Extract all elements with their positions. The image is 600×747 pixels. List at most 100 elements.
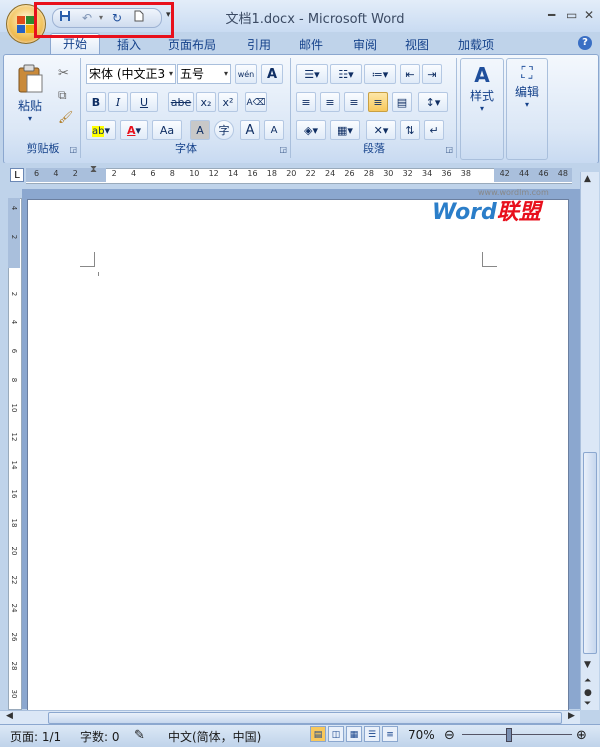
help-icon[interactable]: ? (578, 36, 592, 50)
paragraph-launcher-icon[interactable]: ◲ (445, 145, 453, 154)
tab-references[interactable]: 引用 (247, 36, 271, 53)
cut-icon[interactable]: ✂ (58, 66, 69, 81)
align-right-button[interactable]: ≡ (344, 92, 364, 112)
editing-button[interactable]: ⛶ 编辑 ▾ (509, 63, 545, 109)
tab-selector[interactable]: L (10, 168, 24, 182)
previous-page-icon[interactable]: ⏶ (584, 676, 591, 686)
indent-marker[interactable]: ⧗ (90, 164, 97, 175)
outline-view-button[interactable]: ☰ (364, 726, 380, 742)
align-center-button[interactable]: ≡ (320, 92, 340, 112)
show-marks-button[interactable]: ↵ (424, 120, 444, 140)
strikethrough-button[interactable]: abe (168, 92, 194, 112)
justify-button[interactable]: ≡ (368, 92, 388, 112)
scroll-up-icon[interactable]: ▲ (584, 174, 591, 184)
highlight-box (34, 2, 174, 38)
chevron-down-icon[interactable]: ▾ (169, 65, 173, 83)
tab-addins[interactable]: 加载项 (458, 36, 494, 53)
tab-insert[interactable]: 插入 (117, 36, 141, 53)
zoom-level[interactable]: 70% (408, 728, 435, 742)
text-cursor (98, 272, 99, 276)
scroll-right-icon[interactable]: ▶ (568, 711, 575, 721)
text-highlight-button[interactable]: ab▾ (86, 120, 116, 140)
full-screen-reading-button[interactable]: ◫ (328, 726, 344, 742)
scroll-down-icon[interactable]: ▼ (584, 660, 591, 670)
page-count[interactable]: 页面: 1/1 (10, 728, 61, 745)
font-color-button[interactable]: A▾ (120, 120, 148, 140)
chevron-down-icon[interactable]: ▾ (224, 65, 228, 83)
tab-view[interactable]: 视图 (405, 36, 429, 53)
align-left-button[interactable]: ≡ (296, 92, 316, 112)
paste-dropdown-icon[interactable]: ▾ (10, 114, 50, 123)
minimize-icon[interactable]: ━ (548, 8, 555, 22)
font-group: 宋体 (中文正3 ▾ 五号 ▾ wén A B I U abe x₂ x² A⌫… (82, 58, 291, 158)
next-page-icon[interactable]: ⏷ (584, 699, 591, 709)
vruler-tick-label: 30 (10, 689, 18, 699)
close-icon[interactable]: ✕ (584, 8, 594, 22)
vruler-tick-label: 2 (10, 291, 18, 297)
grow-font-button[interactable]: A (240, 120, 260, 140)
borders-button[interactable]: ▦▾ (330, 120, 360, 140)
browse-object-icon[interactable]: ● (584, 688, 592, 698)
subscript-button[interactable]: x₂ (196, 92, 216, 112)
tab-mailings[interactable]: 邮件 (299, 36, 323, 53)
tab-review[interactable]: 审阅 (353, 36, 377, 53)
superscript-button[interactable]: x² (218, 92, 238, 112)
tab-page-layout[interactable]: 页面布局 (168, 36, 216, 53)
bold-button[interactable]: B (86, 92, 106, 112)
print-layout-view-button[interactable]: ▤ (310, 726, 326, 742)
zoom-slider-track[interactable] (462, 734, 572, 735)
zoom-out-icon[interactable]: ⊖ (444, 728, 455, 743)
line-spacing-button[interactable]: ↕▾ (418, 92, 448, 112)
phonetic-guide-button[interactable]: wén (235, 64, 257, 84)
ruler-tick-label: 2 (72, 169, 78, 178)
word-count[interactable]: 字数: 0 (80, 728, 120, 745)
horizontal-scroll-thumb[interactable] (48, 712, 562, 724)
draft-view-button[interactable]: ≡ (382, 726, 398, 742)
proofing-icon[interactable]: ✎ (134, 728, 145, 743)
clipboard-launcher-icon[interactable]: ◲ (69, 145, 77, 154)
vertical-scroll-thumb[interactable] (583, 452, 597, 654)
scroll-left-icon[interactable]: ◀ (6, 711, 13, 721)
shrink-font-button[interactable]: A (264, 120, 284, 140)
web-layout-button[interactable]: ▦ (346, 726, 362, 742)
font-size-combo[interactable]: 五号 ▾ (177, 64, 231, 84)
zoom-in-icon[interactable]: ⊕ (576, 728, 587, 743)
editing-group[interactable]: ⛶ 编辑 ▾ (506, 58, 548, 160)
font-launcher-icon[interactable]: ◲ (279, 145, 287, 154)
multilevel-list-button[interactable]: ≔▾ (364, 64, 396, 84)
decrease-indent-button[interactable]: ⇤ (400, 64, 420, 84)
paste-button[interactable]: 粘贴 ▾ (10, 64, 50, 123)
ruler-ticks: 6 4 2 2 4 6 8 10 12 14 16 18 20 22 24 26 28 30 32 34 36 38 42 4… (26, 168, 572, 182)
increase-indent-button[interactable]: ⇥ (422, 64, 442, 84)
vruler-tick-label: 2 (10, 234, 18, 239)
format-painter-icon[interactable]: 🖌 (58, 110, 73, 124)
distributed-button[interactable]: ▤ (392, 92, 412, 112)
italic-button[interactable]: I (108, 92, 128, 112)
styles-group[interactable]: A 样式 ▾ (460, 58, 504, 160)
ruler-tick-label: 28 (363, 169, 374, 178)
shading-button[interactable]: ◈▾ (296, 120, 326, 140)
maximize-icon[interactable]: ▭ (566, 8, 577, 22)
styles-button[interactable]: A 样式 ▾ (463, 63, 501, 113)
character-shading-button[interactable]: A (190, 120, 210, 140)
highlight-label: ab (91, 126, 105, 137)
ruler-tick-label: 18 (266, 169, 277, 178)
document-page[interactable] (27, 199, 569, 713)
ruler-tick-label: 38 (460, 169, 471, 178)
copy-icon[interactable]: ⧉ (58, 88, 67, 103)
change-case-button[interactable]: Aa (152, 120, 182, 140)
ruler-tick-label: 32 (402, 169, 413, 178)
clear-formatting-button[interactable]: A⌫ (245, 92, 267, 112)
bullets-button[interactable]: ☰▾ (296, 64, 328, 84)
numbering-button[interactable]: ☷▾ (330, 64, 362, 84)
chinese-layout-button[interactable]: ✕▾ (366, 120, 396, 140)
zoom-slider-thumb[interactable] (506, 728, 512, 742)
ruler-tick-label: 46 (538, 169, 549, 178)
font-name-combo[interactable]: 宋体 (中文正3 ▾ (86, 64, 176, 84)
underline-button[interactable]: U (130, 92, 158, 112)
sort-button[interactable]: ⇅ (400, 120, 420, 140)
font-color-label: A (126, 124, 136, 137)
character-border-button[interactable]: A (261, 64, 283, 84)
language-status[interactable]: 中文(简体，中国) (168, 728, 261, 745)
enclose-characters-button[interactable]: 字 (214, 120, 234, 140)
